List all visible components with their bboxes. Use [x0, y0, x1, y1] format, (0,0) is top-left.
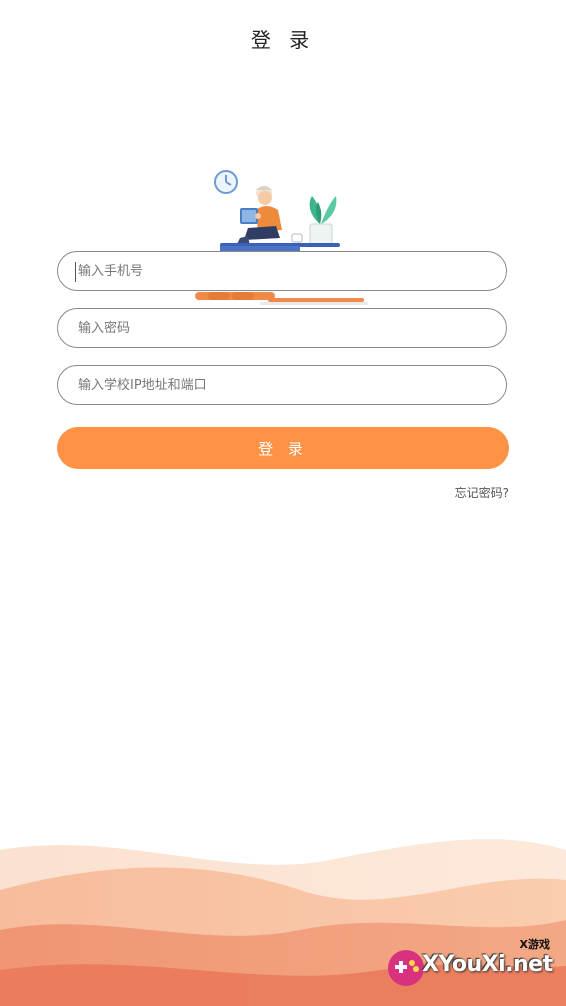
base-icon	[195, 292, 368, 305]
phone-input[interactable]	[76, 251, 506, 291]
clock-icon	[214, 170, 238, 194]
watermark-small-text: X游戏	[519, 938, 550, 951]
watermark: X游戏 XYouXi.net	[386, 936, 556, 996]
gamepad-icon	[388, 950, 424, 986]
school-address-field[interactable]	[57, 365, 507, 405]
person-icon	[236, 186, 282, 246]
phone-field[interactable]	[57, 251, 507, 291]
login-button[interactable]: 登 录	[57, 427, 509, 469]
school-address-input[interactable]	[76, 365, 506, 405]
plant-icon	[309, 196, 337, 245]
forgot-password-link[interactable]: 忘记密码?	[455, 484, 509, 501]
page-title: 登 录	[250, 28, 316, 52]
cup-icon	[291, 233, 303, 243]
watermark-main-text: XYouXi.net	[422, 952, 553, 977]
password-input[interactable]	[76, 308, 506, 348]
text-cursor	[75, 262, 76, 282]
password-field[interactable]	[57, 308, 507, 348]
